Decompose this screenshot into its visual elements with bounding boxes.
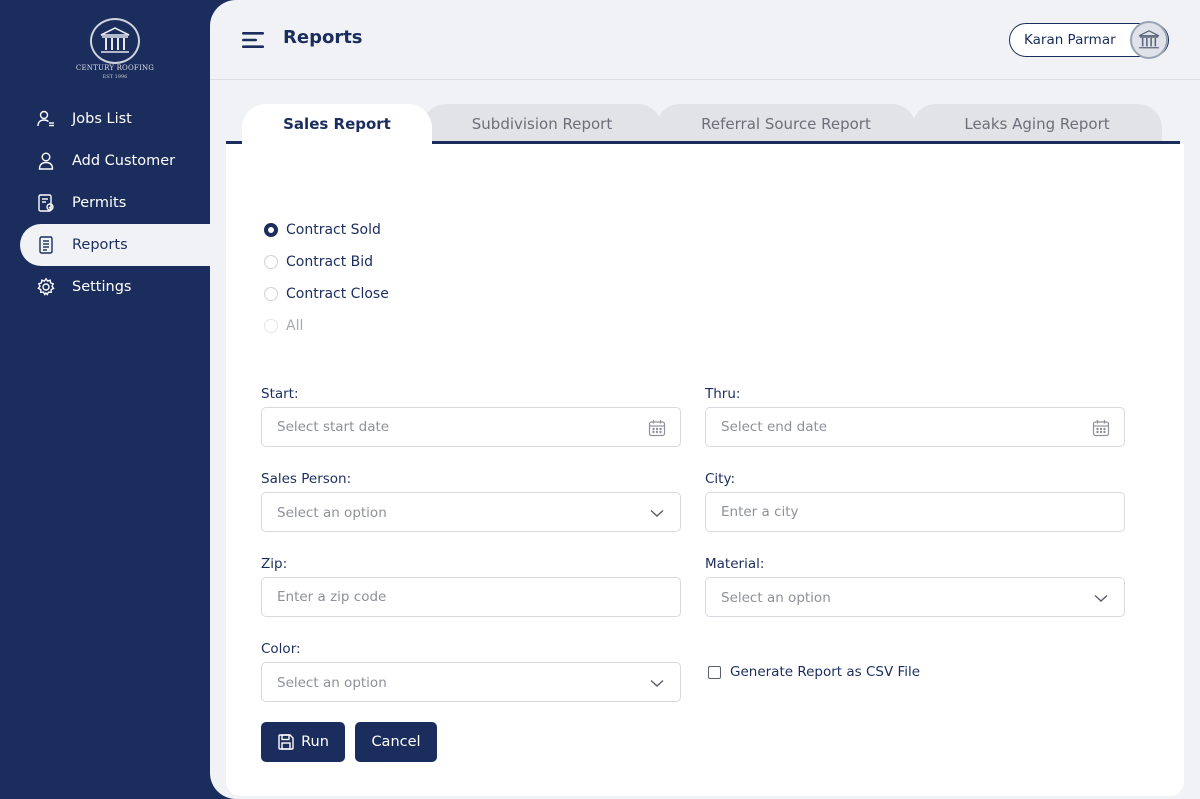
- tab-subdivision-report[interactable]: Subdivision Report: [422, 104, 662, 144]
- city-label: City:: [705, 471, 736, 487]
- tab-referral-source-report[interactable]: Referral Source Report: [656, 104, 916, 144]
- sidebar-item-add-customer[interactable]: Add Customer: [0, 140, 222, 182]
- select-placeholder: Select an option: [277, 505, 387, 521]
- main-content: Reports Karan Parmar Leaks Aging Report: [210, 0, 1200, 799]
- radio-button-checked[interactable]: [264, 223, 278, 237]
- tab-label: Leaks Aging Report: [964, 115, 1110, 133]
- select-placeholder: Select an option: [277, 675, 387, 691]
- generate-csv-checkbox[interactable]: [708, 665, 721, 679]
- city-field[interactable]: [705, 492, 1125, 532]
- end-date-field[interactable]: [705, 407, 1125, 447]
- zip-field[interactable]: [261, 577, 681, 617]
- sidebar-nav: Jobs List Add Customer Permits Reports S…: [0, 98, 222, 308]
- run-button-label: Run: [301, 734, 329, 750]
- chevron-down-icon[interactable]: [648, 674, 666, 692]
- radio-contract-close[interactable]: Contract Close: [264, 278, 389, 310]
- calendar-icon[interactable]: [648, 419, 666, 437]
- radio-label: Contract Bid: [286, 254, 374, 270]
- sidebar-item-label: Jobs List: [72, 111, 132, 127]
- radio-button[interactable]: [264, 255, 278, 269]
- material-select[interactable]: Select an option: [705, 577, 1125, 617]
- start-date-label: Start:: [261, 386, 299, 402]
- radio-contract-bid[interactable]: Contract Bid: [264, 246, 389, 278]
- sidebar-item-label: Add Customer: [72, 153, 176, 169]
- page-title: Reports: [283, 27, 363, 48]
- radio-button[interactable]: [264, 287, 278, 301]
- radio-button-disabled: [264, 319, 278, 333]
- sidebar-item-jobs-list[interactable]: Jobs List: [0, 98, 222, 140]
- sidebar-item-permits[interactable]: Permits: [0, 182, 222, 224]
- radio-contract-sold[interactable]: Contract Sold: [264, 214, 389, 246]
- zip-input[interactable]: [262, 578, 680, 616]
- chevron-down-icon[interactable]: [648, 504, 666, 522]
- end-date-label: Thru:: [705, 386, 741, 402]
- zip-label: Zip:: [261, 556, 288, 572]
- avatar: [1130, 21, 1168, 59]
- sales-person-label: Sales Person:: [261, 471, 352, 487]
- color-label: Color:: [261, 641, 301, 657]
- generate-csv-label: Generate Report as CSV File: [730, 664, 921, 680]
- sidebar-item-label: Settings: [72, 279, 132, 295]
- report-type-radio-group: Contract Sold Contract Bid Contract Clos…: [264, 214, 389, 342]
- tab-label: Subdivision Report: [471, 115, 613, 133]
- tab-leaks-aging-report[interactable]: Leaks Aging Report: [912, 104, 1162, 144]
- start-date-input[interactable]: [262, 408, 680, 446]
- calendar-icon[interactable]: [1092, 419, 1110, 437]
- sidebar-item-label: Reports: [72, 237, 128, 253]
- report-tabs: Leaks Aging Report Referral Source Repor…: [226, 100, 1186, 144]
- sales-report-form: Contract Sold Contract Bid Contract Clos…: [226, 144, 1184, 796]
- sidebar-item-settings[interactable]: Settings: [0, 266, 222, 308]
- user-icon: [36, 151, 56, 171]
- user-list-icon: [36, 109, 56, 129]
- sales-person-select[interactable]: Select an option: [261, 492, 681, 532]
- radio-label: All: [286, 318, 304, 334]
- run-button[interactable]: Run: [261, 722, 345, 762]
- radio-label: Contract Sold: [286, 222, 381, 238]
- color-select[interactable]: Select an option: [261, 662, 681, 702]
- sidebar-item-label: Permits: [72, 195, 127, 211]
- radio-label: Contract Close: [286, 286, 389, 302]
- columns-emblem-icon: [90, 18, 140, 64]
- gear-icon: [36, 277, 56, 297]
- material-label: Material:: [705, 556, 765, 572]
- sidebar: CENTURY ROOFING EST 1996 Jobs List Add C…: [0, 0, 222, 799]
- tab-label: Sales Report: [283, 115, 391, 133]
- cancel-button[interactable]: Cancel: [355, 722, 437, 762]
- city-input[interactable]: [706, 493, 1124, 531]
- columns-emblem-icon: [1138, 30, 1160, 49]
- permit-document-icon: [36, 193, 56, 213]
- tab-sales-report[interactable]: Sales Report: [242, 104, 432, 144]
- user-name: Karan Parmar: [1024, 32, 1116, 48]
- radio-all: All: [264, 310, 389, 342]
- end-date-input[interactable]: [706, 408, 1124, 446]
- logo-subtext: EST 1996: [102, 74, 128, 80]
- sidebar-item-reports[interactable]: Reports: [20, 224, 222, 266]
- cancel-button-label: Cancel: [371, 734, 421, 750]
- logo-text: CENTURY ROOFING: [75, 64, 155, 72]
- hamburger-menu-icon[interactable]: [240, 30, 268, 50]
- select-placeholder: Select an option: [721, 590, 831, 606]
- report-document-icon: [36, 235, 56, 255]
- user-profile-button[interactable]: Karan Parmar: [1009, 21, 1169, 59]
- start-date-field[interactable]: [261, 407, 681, 447]
- company-logo[interactable]: CENTURY ROOFING EST 1996: [74, 18, 156, 80]
- chevron-down-icon[interactable]: [1092, 589, 1110, 607]
- generate-csv-option[interactable]: Generate Report as CSV File: [708, 664, 920, 680]
- top-bar: Reports Karan Parmar: [210, 0, 1200, 80]
- save-floppy-icon: [277, 733, 295, 751]
- tab-label: Referral Source Report: [701, 115, 871, 133]
